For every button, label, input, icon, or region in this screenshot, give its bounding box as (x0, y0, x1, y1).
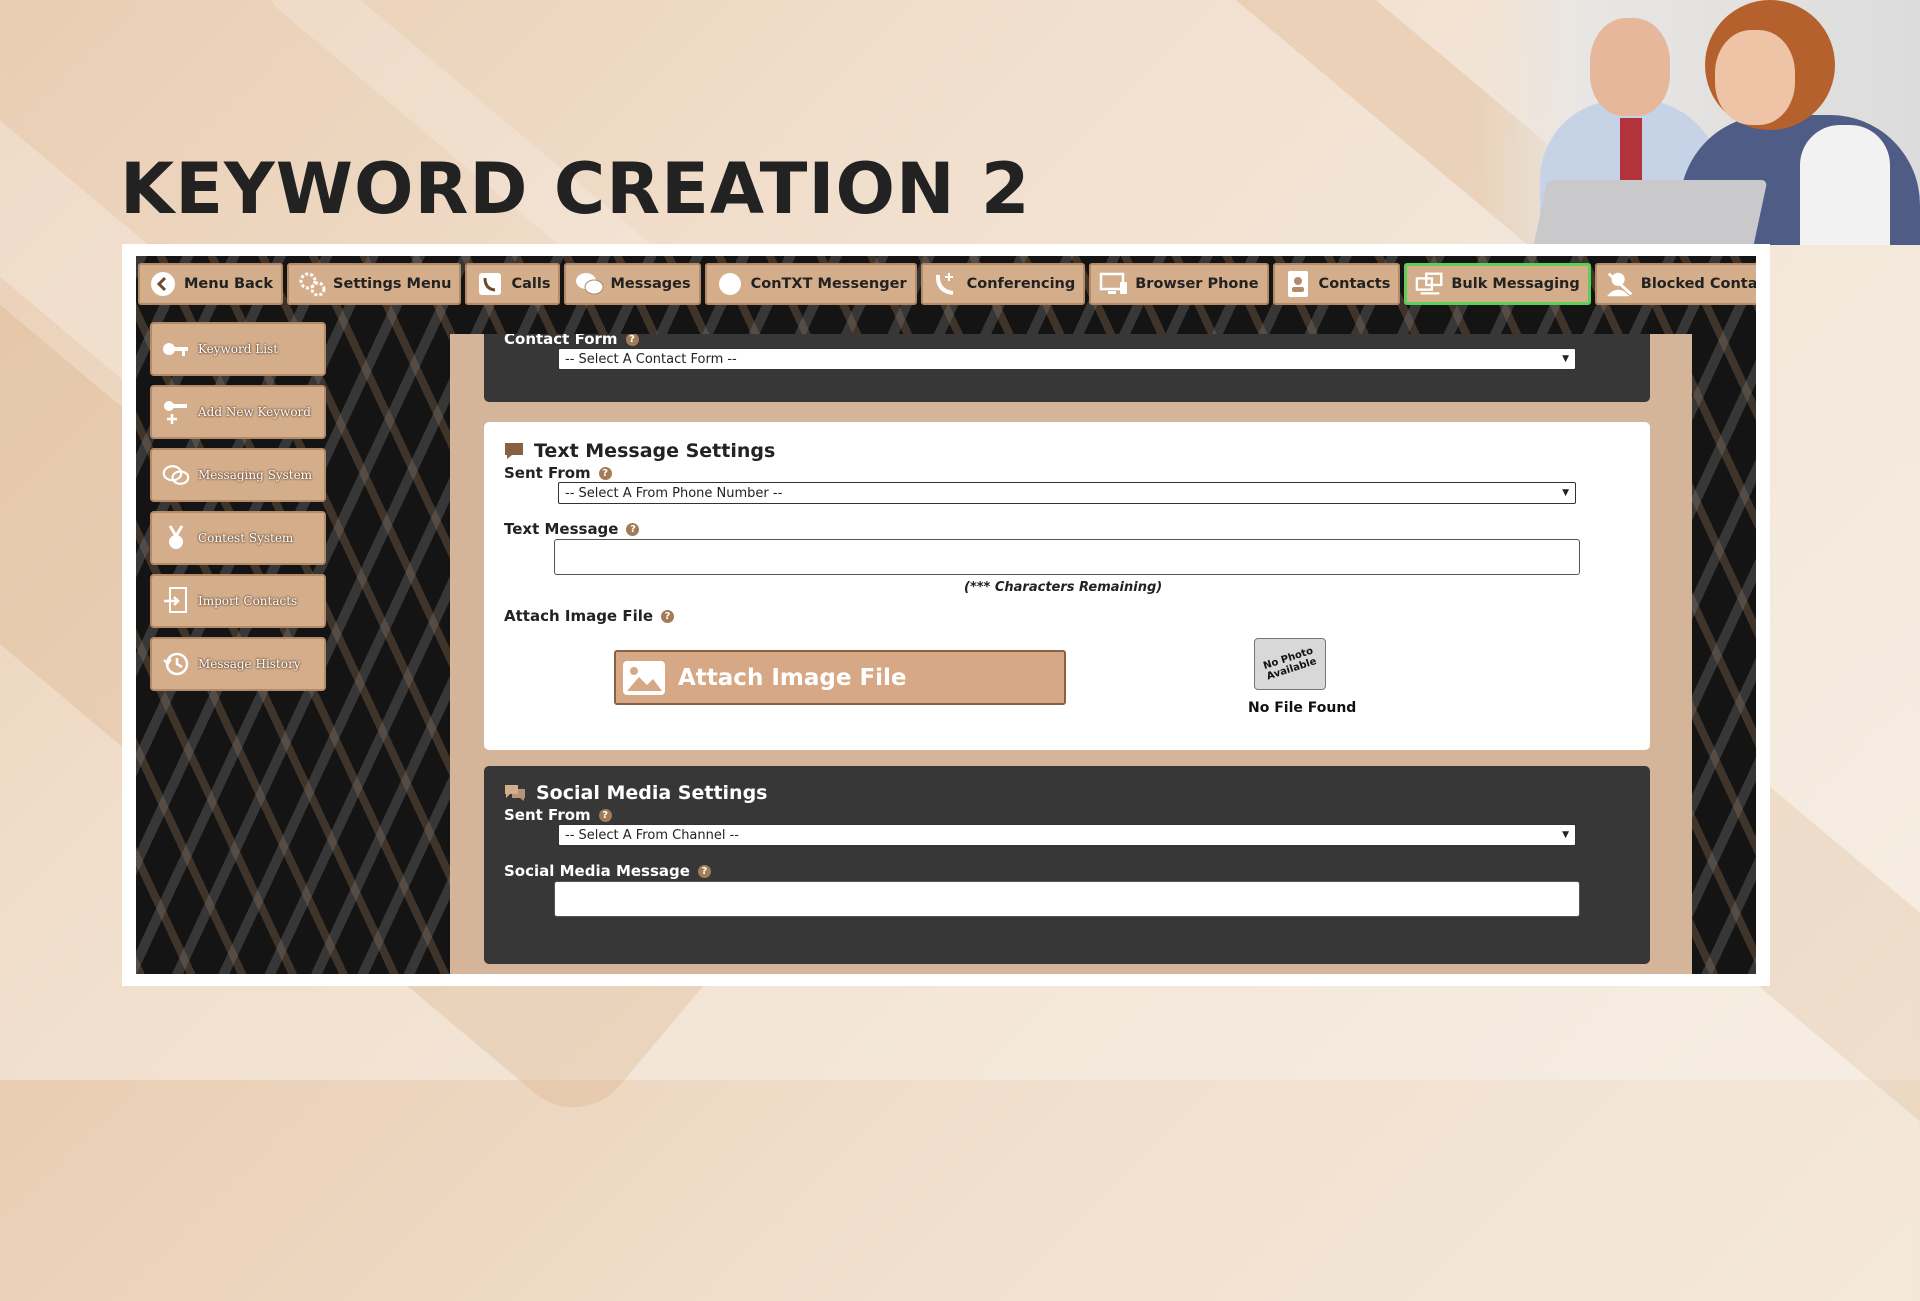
sidebar-item-label: Message History (198, 657, 301, 671)
app-window: Menu Back Settings Menu Calls Messages C… (136, 256, 1756, 974)
phone-icon (475, 269, 505, 299)
medal-icon (162, 524, 190, 552)
main-content: Contact Form? -- Select A Contact Form -… (450, 334, 1692, 974)
contact-form-label: Contact Form? (504, 334, 639, 348)
nav-label: Bulk Messaging (1451, 276, 1580, 292)
no-file-found-text: No File Found (1248, 700, 1357, 716)
bulk-message-icon (1415, 269, 1445, 299)
nav-settings-menu[interactable]: Settings Menu (287, 263, 462, 305)
nav-contxt-messenger[interactable]: ConTXT Messenger (704, 263, 917, 305)
text-message-textarea[interactable] (554, 539, 1580, 575)
sidebar-item-label: Contest System (198, 531, 294, 545)
monitor-phone-icon (1099, 269, 1129, 299)
nav-messages[interactable]: Messages (564, 263, 701, 305)
page-title: KEYWORD CREATION 2 (120, 148, 1031, 230)
from-phone-number-select[interactable]: -- Select A From Phone Number -- ▼ (558, 482, 1576, 504)
sidebar-item-label: Add New Keyword (198, 405, 311, 419)
nav-label: Blocked Contacts (1640, 276, 1756, 292)
top-navigation: Menu Back Settings Menu Calls Messages C… (136, 256, 1756, 314)
contact-card-icon (1283, 269, 1313, 299)
social-media-message-label: Social Media Message? (504, 862, 711, 880)
messaging-icon (162, 461, 190, 489)
sidebar-item-message-history[interactable]: Message History (150, 637, 326, 691)
conference-phone-icon (931, 269, 961, 299)
sidebar-item-add-new-keyword[interactable]: Add New Keyword (150, 385, 326, 439)
help-icon[interactable]: ? (626, 523, 640, 536)
sidebar-item-keyword-list[interactable]: Keyword List (150, 322, 326, 376)
help-icon[interactable]: ? (598, 467, 612, 480)
nav-label: ConTXT Messenger (750, 276, 907, 292)
nav-contacts[interactable]: Contacts (1272, 263, 1401, 305)
hero-photo (1480, 0, 1920, 245)
key-add-icon (162, 398, 190, 426)
gears-icon (297, 269, 327, 299)
nav-bulk-messaging[interactable]: Bulk Messaging (1404, 263, 1591, 305)
nav-label: Menu Back (184, 276, 274, 292)
chat-icon (505, 443, 523, 459)
image-icon (622, 659, 666, 697)
nav-blocked-contacts[interactable]: Blocked Contacts (1594, 263, 1756, 305)
social-media-message-textarea[interactable] (554, 881, 1580, 917)
blocked-user-icon (1605, 269, 1635, 299)
contact-form-panel: Contact Form? -- Select A Contact Form -… (484, 334, 1650, 402)
nav-conferencing[interactable]: Conferencing (920, 263, 1086, 305)
help-icon[interactable]: ? (625, 334, 639, 346)
sidebar-item-messaging-system[interactable]: Messaging System (150, 448, 326, 502)
no-photo-placeholder: No Photo Available (1254, 638, 1326, 690)
screenshot-frame: Menu Back Settings Menu Calls Messages C… (122, 244, 1770, 986)
text-message-settings-panel: Text Message Settings Sent From? -- Sele… (484, 422, 1650, 750)
dropdown-arrow-icon: ▼ (1562, 488, 1569, 498)
attach-image-label: Attach Image File? (504, 607, 675, 625)
sidebar-item-import-contacts[interactable]: Import Contacts (150, 574, 326, 628)
dropdown-arrow-icon: ▼ (1562, 354, 1569, 364)
nav-menu-back[interactable]: Menu Back (138, 263, 284, 305)
sidebar-item-label: Keyword List (198, 342, 279, 356)
characters-remaining: (*** Characters Remaining) (964, 580, 1163, 595)
nav-browser-phone[interactable]: Browser Phone (1089, 263, 1269, 305)
help-icon[interactable]: ? (661, 610, 675, 623)
contact-form-select[interactable]: -- Select A Contact Form -- ▼ (558, 348, 1576, 370)
sidebar: Keyword List Add New Keyword Messaging S… (150, 322, 326, 700)
chat-bubbles-icon (574, 269, 604, 299)
comments-icon (505, 785, 525, 801)
text-message-label: Text Message? (504, 520, 640, 538)
nav-calls[interactable]: Calls (465, 263, 561, 305)
back-arrow-icon (148, 269, 178, 299)
from-channel-select[interactable]: -- Select A From Channel -- ▼ (558, 824, 1576, 846)
import-icon (162, 587, 190, 615)
attach-image-button[interactable]: Attach Image File (614, 650, 1066, 705)
social-media-settings-title: Social Media Settings (504, 782, 768, 804)
nav-label: Settings Menu (333, 276, 452, 292)
dropdown-arrow-icon: ▼ (1562, 830, 1569, 840)
nav-label: Calls (511, 276, 551, 292)
key-icon (162, 335, 190, 363)
sidebar-item-label: Import Contacts (198, 594, 298, 608)
help-icon[interactable]: ? (697, 865, 711, 878)
nav-label: Conferencing (966, 276, 1076, 292)
social-media-settings-panel: Social Media Settings Sent From? -- Sele… (484, 766, 1650, 964)
text-message-settings-title: Text Message Settings (504, 440, 775, 462)
help-icon[interactable]: ? (598, 809, 612, 822)
nav-label: Messages (610, 276, 691, 292)
sent-from-label: Sent From? (504, 464, 612, 482)
sidebar-item-contest-system[interactable]: Contest System (150, 511, 326, 565)
nav-label: Contacts (1318, 276, 1391, 292)
speech-bubble-icon (715, 269, 745, 299)
social-sent-from-label: Sent From? (504, 806, 612, 824)
sidebar-item-label: Messaging System (198, 468, 313, 482)
history-icon (162, 650, 190, 678)
nav-label: Browser Phone (1135, 276, 1259, 292)
